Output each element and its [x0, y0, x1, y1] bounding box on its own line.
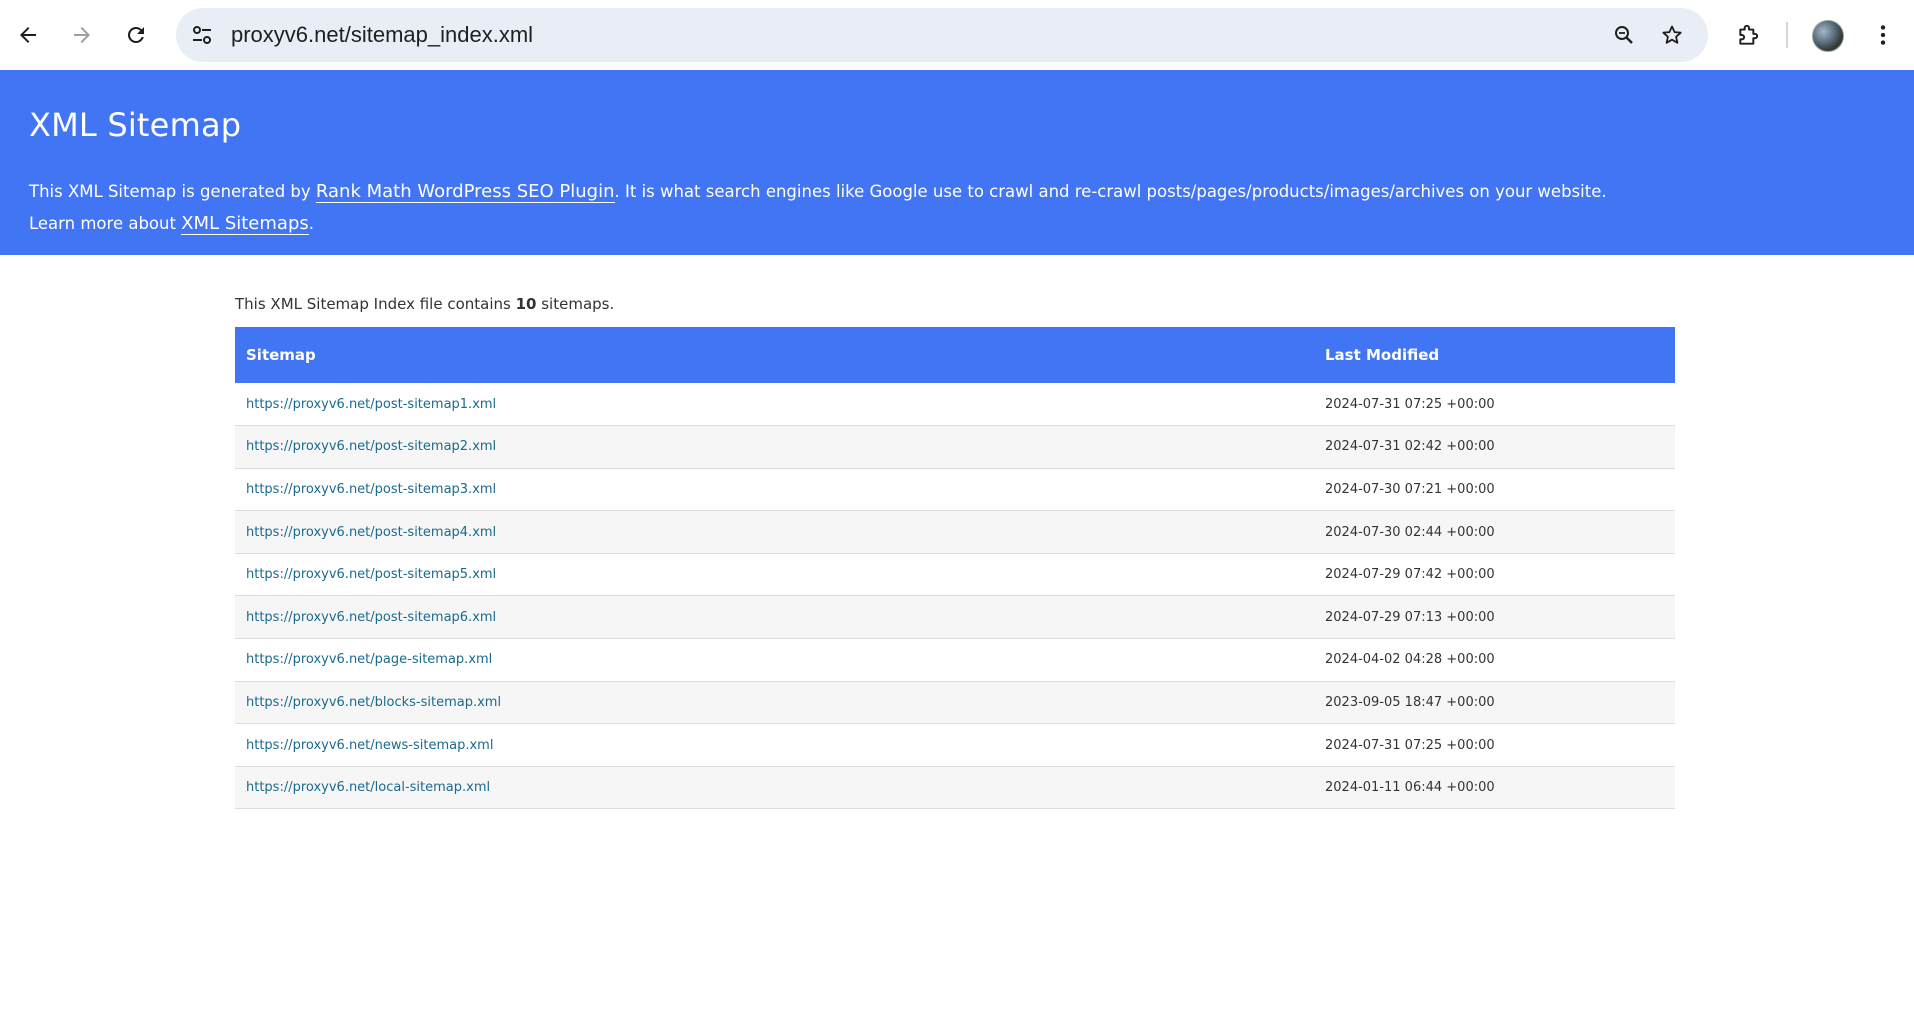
puzzle-icon[interactable] — [1736, 22, 1762, 48]
page-title: XML Sitemap — [29, 106, 242, 144]
plugin-link[interactable]: Rank Math WordPress SEO Plugin — [315, 181, 615, 203]
browser-toolbar: proxyv6.net/sitemap_index.xml — [0, 0, 1914, 70]
last-modified: 2024-07-31 02:42 +00:00 — [1325, 439, 1495, 455]
sitemap-content: This XML Sitemap Index file contains 10 … — [235, 255, 1675, 809]
forward-arrow-icon — [74, 27, 90, 43]
sitemap-link[interactable]: https://proxyv6.net/post-sitemap5.xml — [246, 567, 496, 582]
last-modified: 2024-04-02 04:28 +00:00 — [1325, 652, 1495, 668]
profile-avatar[interactable] — [1812, 20, 1844, 52]
learn-prefix: Learn more about — [29, 214, 182, 233]
table-row: https://proxyv6.net/post-sitemap2.xml 202… — [235, 425, 1675, 469]
sitemap-table: Sitemap Last Modified https://proxyv6.ne… — [235, 327, 1675, 809]
sitemap-link[interactable]: https://proxyv6.net/post-sitemap1.xml — [246, 397, 496, 412]
table-row: https://proxyv6.net/post-sitemap5.xml 202… — [235, 553, 1675, 596]
table-row: https://proxyv6.net/blocks-sitemap.xml 20… — [235, 681, 1675, 724]
star-icon[interactable] — [1660, 23, 1684, 47]
table-row: https://proxyv6.net/news-sitemap.xml 2024… — [235, 724, 1675, 767]
sitemap-count: 10 — [515, 295, 537, 313]
forward-button[interactable] — [62, 15, 102, 55]
last-modified: 2023-09-05 18:47 +00:00 — [1325, 694, 1495, 710]
column-header-last-modified: Last Modified — [1325, 346, 1440, 364]
header-description: This XML Sitemap is generated by Rank Ma… — [29, 176, 1889, 240]
table-row: https://proxyv6.net/post-sitemap3.xml 202… — [235, 468, 1675, 511]
last-modified: 2024-01-11 06:44 +00:00 — [1325, 780, 1495, 796]
learn-suffix: . — [308, 214, 314, 233]
last-modified: 2024-07-31 07:25 +00:00 — [1325, 737, 1495, 753]
reload-icon — [127, 26, 144, 43]
toolbar-divider — [1786, 22, 1788, 48]
last-modified: 2024-07-31 07:25 +00:00 — [1325, 396, 1495, 412]
back-arrow-icon — [20, 27, 36, 43]
zoom-icon[interactable] — [1612, 23, 1636, 47]
url-text[interactable]: proxyv6.net/sitemap_index.xml — [231, 8, 533, 62]
sitemap-link[interactable]: https://proxyv6.net/blocks-sitemap.xml — [246, 695, 501, 710]
sitemap-link[interactable]: https://proxyv6.net/post-sitemap4.xml — [246, 525, 496, 540]
tune-icon[interactable] — [190, 23, 214, 47]
last-modified: 2024-07-29 07:42 +00:00 — [1325, 567, 1495, 583]
address-bar[interactable]: proxyv6.net/sitemap_index.xml — [176, 8, 1708, 62]
column-header-sitemap: Sitemap — [246, 346, 316, 364]
reload-button[interactable] — [116, 15, 156, 55]
sitemap-summary: This XML Sitemap Index file contains 10 … — [235, 295, 1675, 313]
sitemap-link[interactable]: https://proxyv6.net/post-sitemap2.xml — [246, 439, 496, 454]
table-row: https://proxyv6.net/local-sitemap.xml 202… — [235, 766, 1675, 809]
sitemap-link[interactable]: https://proxyv6.net/local-sitemap.xml — [246, 780, 490, 795]
last-modified: 2024-07-30 07:21 +00:00 — [1325, 481, 1495, 497]
summary-suffix: sitemaps. — [536, 295, 615, 313]
kebab-menu-icon[interactable] — [1870, 22, 1896, 48]
last-modified: 2024-07-29 07:13 +00:00 — [1325, 609, 1495, 625]
summary-prefix: This XML Sitemap Index file contains — [235, 295, 516, 313]
table-row: https://proxyv6.net/page-sitemap.xml 2024… — [235, 639, 1675, 682]
xml-sitemaps-link[interactable]: XML Sitemaps — [181, 213, 309, 235]
table-row: https://proxyv6.net/post-sitemap6.xml 202… — [235, 595, 1675, 639]
sitemap-header: XML Sitemap This XML Sitemap is generate… — [0, 70, 1914, 255]
table-row: https://proxyv6.net/post-sitemap1.xml 202… — [235, 383, 1675, 426]
table-header-row: Sitemap Last Modified — [235, 327, 1675, 383]
table-row: https://proxyv6.net/post-sitemap4.xml 202… — [235, 510, 1675, 554]
desc-prefix: This XML Sitemap is generated by — [29, 182, 316, 201]
sitemap-link[interactable]: https://proxyv6.net/news-sitemap.xml — [246, 738, 493, 753]
last-modified: 2024-07-30 02:44 +00:00 — [1325, 524, 1495, 540]
sitemap-link[interactable]: https://proxyv6.net/post-sitemap3.xml — [246, 482, 496, 497]
back-button[interactable] — [8, 15, 48, 55]
desc-suffix: . It is what search engines like Google … — [614, 182, 1607, 201]
sitemap-link[interactable]: https://proxyv6.net/post-sitemap6.xml — [246, 610, 496, 625]
sitemap-link[interactable]: https://proxyv6.net/page-sitemap.xml — [246, 652, 492, 667]
